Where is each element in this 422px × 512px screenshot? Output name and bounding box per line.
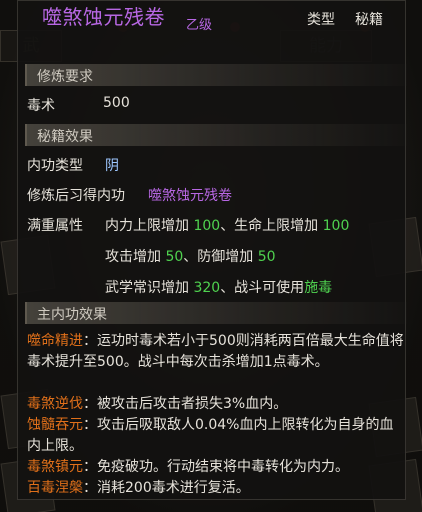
attr-text: 内力上限增加 [105,218,194,234]
item-name: 噬煞蚀元残卷 [42,5,165,29]
section-main-effects: 主内功效果 [25,302,407,324]
effect-text: ：免疫破功。行动结束将中毒转化为内力。 [83,459,349,475]
effect-name: 百毒涅槃 [27,480,83,496]
section-requirements: 修炼要求 [25,64,407,86]
effect-text: ：被攻击后攻击者损失3%血内。 [83,396,288,412]
effect-5: 百毒涅槃：消耗200毒术进行复活。 [27,478,405,499]
attr-number: 100 [193,218,221,234]
type-value: 秘籍 [355,12,383,28]
attr-text: 攻击增加 [105,249,166,265]
effect-1: 噬命精进：运功时毒术若小于500则消耗两百倍最大生命值将毒术提升至500。战斗中… [27,331,405,373]
effect-text: ：消耗200毒术进行复活。 [83,480,250,496]
inner-type-label: 内功类型 [27,158,83,174]
inner-type-value: 阴 [105,158,119,174]
attr-text: 、防御增加 [183,249,258,265]
attr-number: 100 [322,218,350,234]
attr-number: 施毒 [304,280,333,296]
attr-text: 、战斗可使用 [220,280,305,296]
requirement-label: 毒术 [27,98,55,114]
effect-2: 毒煞逆伐：被攻击后攻击者损失3%血内。 [27,394,405,415]
max-attr-line-1: 内力上限增加 100、生命上限增加 100 [105,215,349,235]
attr-number: 320 [193,280,221,296]
effect-text: ：运功时毒术若小于500则消耗两百倍最大生命值将毒术提升至500。战斗中每次击杀… [27,333,404,370]
requirement-value: 500 [103,95,130,111]
attr-number: 50 [165,249,184,265]
max-attr-line-3: 武学常识增加 320、战斗可使用施毒 [105,277,332,297]
effect-name: 蚀髓吞元 [27,417,83,433]
learn-after-label: 修炼后习得内功 [27,188,125,204]
learn-after-value: 噬煞蚀元残卷 [148,188,232,204]
effect-name: 毒煞逆伐 [27,396,83,412]
attr-number: 50 [257,249,276,265]
section-book-effects: 秘籍效果 [25,124,407,146]
effect-name: 毒煞镇元 [27,459,83,475]
attr-text: 、生命上限增加 [220,218,323,234]
section-main-effects-title: 主内功效果 [37,307,107,323]
effect-3: 蚀髓吞元：攻击后吸取敌人0.04%血内上限转化为自身的血内上限。 [27,415,405,457]
type-label: 类型 [307,12,335,28]
effect-name: 噬命精进 [27,333,83,349]
item-tooltip: 噬煞蚀元残卷 乙级 类型 秘籍 修炼要求 毒术 500 秘籍效果 内功类型 阴 … [17,0,407,500]
section-book-effects-title: 秘籍效果 [37,129,93,145]
max-attr-label: 满重属性 [27,218,83,234]
effect-4: 毒煞镇元：免疫破功。行动结束将中毒转化为内力。 [27,457,405,478]
section-requirements-title: 修炼要求 [37,69,93,85]
screen: 武 能力 噬煞蚀元残卷 乙级 类型 秘籍 修炼要求 毒术 500 秘籍效果 内功… [0,0,422,512]
item-grade: 乙级 [186,18,213,33]
attr-text: 武学常识增加 [105,280,194,296]
max-attr-line-2: 攻击增加 50、防御增加 50 [105,246,276,266]
